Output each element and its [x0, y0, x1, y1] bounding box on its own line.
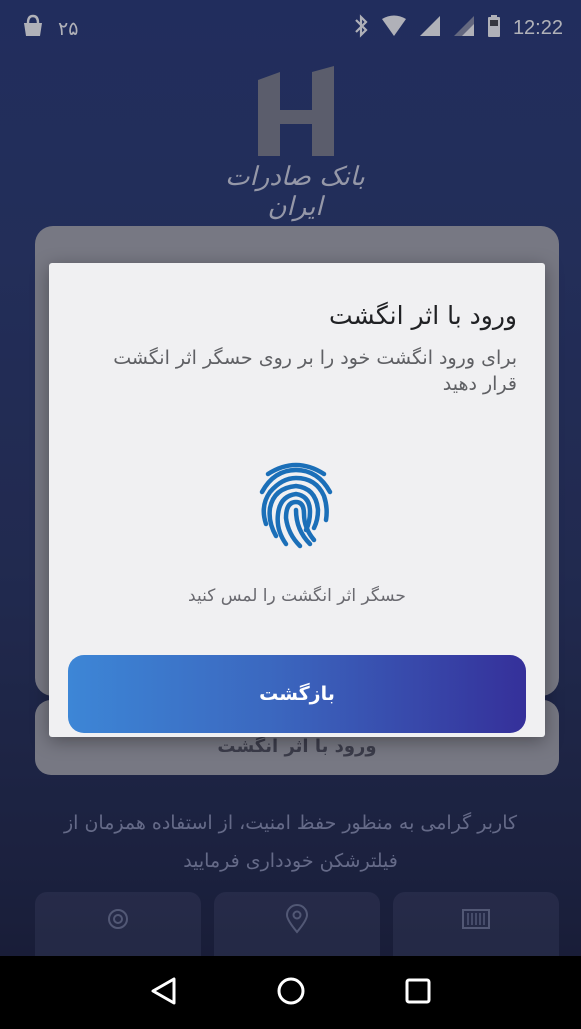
recents-square-icon[interactable]	[403, 976, 433, 1010]
home-circle-icon[interactable]	[276, 976, 306, 1010]
dialog-title: ورود با اثر انگشت	[328, 301, 517, 330]
system-nav-bar	[0, 956, 581, 1029]
back-triangle-icon[interactable]	[149, 976, 179, 1010]
fingerprint-icon[interactable]	[256, 458, 336, 550]
back-button[interactable]: بازگشت	[68, 655, 526, 733]
dialog-hint: حسگر اثر انگشت را لمس کنید	[188, 586, 406, 606]
dialog-description: برای ورود انگشت خود را بر روی حسگر اثر ا…	[113, 347, 517, 395]
